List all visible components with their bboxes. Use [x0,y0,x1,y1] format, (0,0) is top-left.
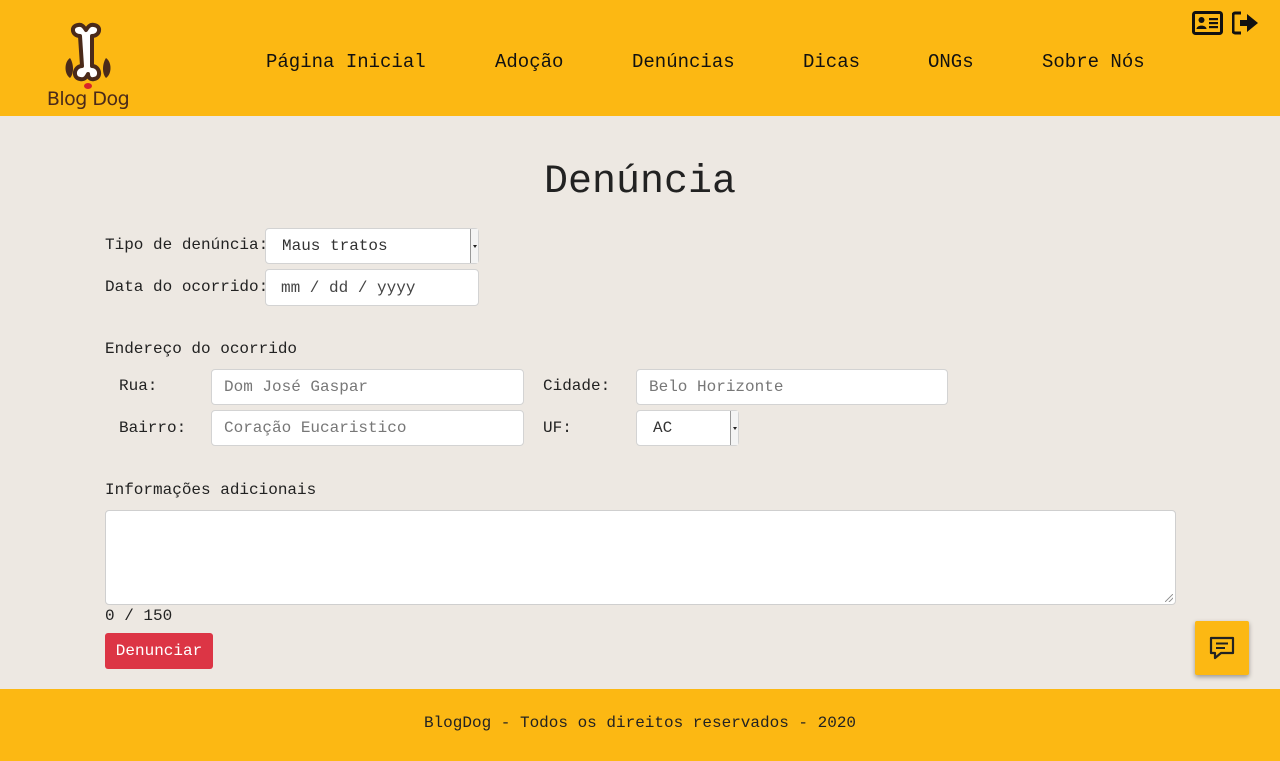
nav-pagina-inicial[interactable]: Página Inicial [266,51,426,73]
city-input[interactable]: Belo Horizonte [636,369,948,405]
chevron-down-icon [470,229,478,263]
dog-bone-icon [65,22,111,89]
char-counter: 0 / 150 [105,607,173,625]
nav-ongs[interactable]: ONGs [928,51,974,73]
nav-sobre-nos[interactable]: Sobre Nós [1042,51,1145,73]
address-heading: Endereço do ocorrido [105,340,298,358]
brand-logo[interactable]: Blog Dog [46,22,130,114]
nav-adocao[interactable]: Adoção [495,51,563,73]
site-footer: BlogDog - Todos os direitos reservados -… [0,689,1280,761]
state-select-value: AC [653,419,673,437]
city-label: Cidade: [543,377,611,395]
street-label: Rua: [119,377,158,395]
additional-info-textarea[interactable] [105,510,1176,605]
city-placeholder: Belo Horizonte [649,378,784,396]
date-placeholder: mm / dd / yyyy [281,279,416,297]
date-input[interactable]: mm / dd / yyyy [265,269,479,306]
submit-report-button[interactable]: Denunciar [105,633,213,669]
state-select[interactable]: AC [636,410,739,446]
resize-handle-icon[interactable] [1165,594,1173,602]
brand-name: Blog Dog [46,88,130,110]
type-select-value: Maus tratos [282,237,388,255]
chat-button[interactable] [1195,621,1249,675]
nav-dicas[interactable]: Dicas [803,51,860,73]
id-card-icon[interactable] [1192,11,1223,35]
sign-out-icon[interactable] [1232,11,1259,35]
page-title: Denúncia [543,160,737,205]
type-select[interactable]: Maus tratos [265,228,479,264]
footer-copyright: BlogDog - Todos os direitos reservados -… [423,714,857,732]
chat-icon [1209,636,1235,660]
additional-info-label: Informações adicionais [105,481,317,499]
district-label: Bairro: [119,419,187,437]
nav-denuncias[interactable]: Denúncias [632,51,735,73]
district-input[interactable]: Coração Eucaristico [211,410,524,446]
district-placeholder: Coração Eucaristico [224,419,407,437]
site-header: Blog Dog Página Inicial Adoção Denúncias… [0,0,1280,116]
street-placeholder: Dom José Gaspar [224,378,369,396]
date-label: Data do ocorrido: [105,278,269,296]
state-label: UF: [543,419,572,437]
type-label: Tipo de denúncia: [105,236,269,254]
street-input[interactable]: Dom José Gaspar [211,369,524,405]
chevron-down-icon [730,411,738,445]
